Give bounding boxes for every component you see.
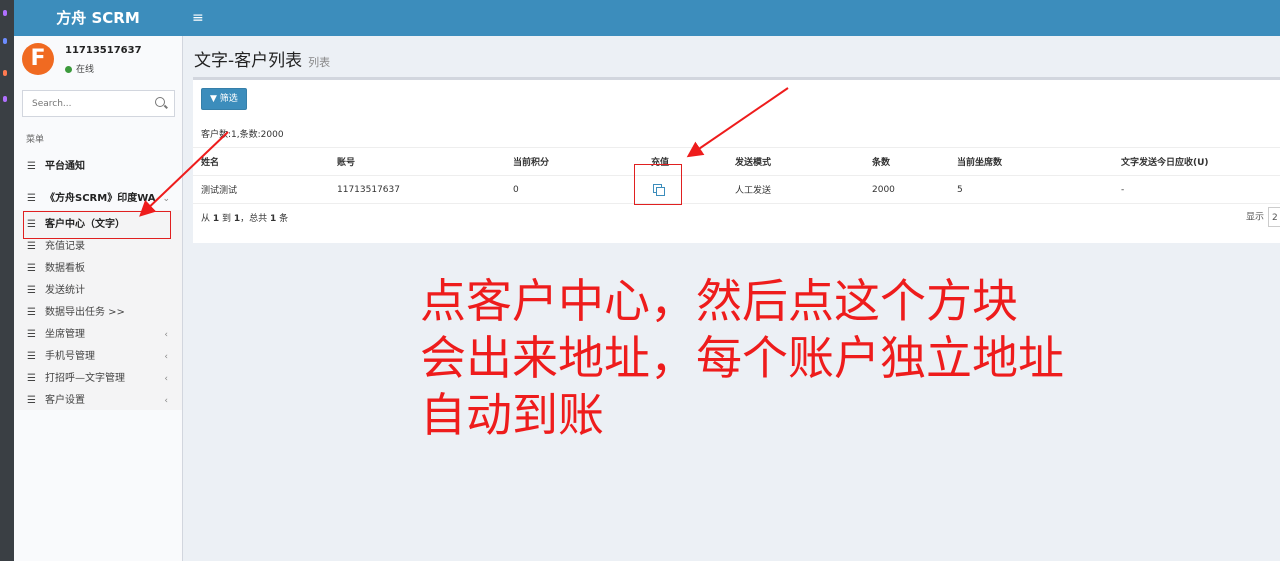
highlight-box-customer-center: [23, 211, 171, 239]
sidebar-item-customer-settings[interactable]: ☰ 客户设置 ‹: [14, 390, 182, 412]
page-title-text: 文字-客户列表: [194, 51, 303, 71]
user-panel: F 11713517637 在线: [22, 43, 177, 79]
annotation-line: 自动到账: [420, 388, 604, 442]
sidebar-item-label: 打招呼—文字管理: [45, 373, 125, 384]
sidebar-item-label: 坐席管理: [45, 329, 85, 340]
menu-header: 菜单: [26, 135, 45, 145]
annotation-line: 点客户中心，然后点这个方块: [420, 274, 1018, 328]
menu-bars-icon: ☰: [27, 329, 36, 340]
customer-table: 姓名 账号 当前积分 充值 发送模式 条数 当前坐席数 文字发送今日应收(U) …: [193, 147, 1280, 204]
page-size-control: 显示 2: [1246, 207, 1280, 227]
sidebar-item-dashboard[interactable]: ☰ 数据看板: [14, 258, 182, 280]
highlight-box-recharge: [634, 164, 682, 205]
cell-send-mode: 人工发送: [727, 175, 864, 204]
background-window-edge: [0, 0, 14, 561]
column-header[interactable]: 文字发送今日应收(U): [1113, 147, 1280, 176]
menu-bars-icon: ☰: [27, 161, 36, 172]
table-row: 测试测试 11713517637 0 人工发送 2000 5 -: [193, 175, 1280, 204]
annotation-line: 会出来地址，每个账户独立地址: [420, 331, 1064, 385]
menu-bars-icon: ☰: [27, 263, 36, 274]
app-logo[interactable]: 方舟 SCRM: [14, 0, 182, 36]
menu-bars-icon: ☰: [27, 351, 36, 362]
column-header[interactable]: 姓名: [193, 147, 329, 176]
pagination-info: 从 1 到 1，总共 1 条: [201, 211, 288, 224]
top-navbar: ≡: [182, 0, 1280, 36]
sidebar-item-label: 数据看板: [45, 263, 85, 274]
page-size-label: 显示: [1245, 212, 1264, 223]
column-header[interactable]: 发送模式: [727, 147, 864, 176]
customer-summary: 客户数:1,条数:2000: [201, 130, 284, 140]
sidebar-item-send-stats[interactable]: ☰ 发送统计: [14, 280, 182, 302]
search-input[interactable]: [23, 91, 142, 117]
customer-list-panel: ▼ 筛选 客户数:1,条数:2000 姓名 账号 当前积分 充值 发送模式 条数…: [193, 77, 1280, 243]
sidebar-item-label: 平台通知: [45, 161, 85, 172]
sidebar-item-seat-management[interactable]: ☰ 坐席管理 ‹: [14, 324, 182, 346]
cell-account: 11713517637: [329, 175, 505, 204]
filter-icon: ▼: [210, 94, 217, 104]
search-icon[interactable]: [155, 97, 165, 107]
sidebar-item-label: 《方舟SCRM》印度WA: [45, 193, 156, 204]
menu-toggle-icon[interactable]: ≡: [192, 9, 204, 27]
avatar: F: [22, 43, 54, 75]
menu-bars-icon: ☰: [27, 373, 36, 384]
avatar-letter: F: [30, 46, 46, 71]
annotation-text: 点客户中心，然后点这个方块 会出来地址，每个账户独立地址 自动到账: [420, 273, 1064, 444]
sidebar: 方舟 SCRM F 11713517637 在线 菜单 ☰ 平台通知 ☰ 《方舟…: [14, 0, 183, 561]
pagination-text: 条: [276, 214, 289, 224]
filter-button-label: 筛选: [219, 94, 238, 104]
menu-bars-icon: ☰: [27, 307, 36, 318]
menu-bars-icon: ☰: [27, 395, 36, 406]
sidebar-item-label: 充值记录: [45, 241, 85, 252]
page-subtitle: 列表: [308, 56, 331, 69]
chevron-left-icon: ‹: [164, 396, 168, 406]
sidebar-item-label: 数据导出任务 >>: [45, 307, 125, 318]
sidebar-item-platform-notice[interactable]: ☰ 平台通知: [14, 156, 182, 178]
cell-count: 2000: [864, 175, 949, 204]
page-size-select[interactable]: 2: [1268, 207, 1280, 227]
sidebar-item-greeting-text-management[interactable]: ☰ 打招呼—文字管理 ‹: [14, 368, 182, 390]
chevron-left-icon: ‹: [164, 330, 168, 340]
menu-bars-icon: ☰: [27, 285, 36, 296]
sidebar-item-label: 手机号管理: [45, 351, 95, 362]
column-header[interactable]: 账号: [329, 147, 505, 176]
pagination-text: 从: [201, 214, 213, 224]
user-status: 在线: [65, 62, 94, 75]
column-header[interactable]: 当前积分: [505, 147, 643, 176]
sidebar-item-export-tasks[interactable]: ☰ 数据导出任务 >>: [14, 302, 182, 324]
menu-bars-icon: ☰: [27, 193, 36, 204]
column-header[interactable]: 条数: [864, 147, 949, 176]
cell-name: 测试测试: [193, 175, 329, 204]
user-name: 11713517637: [65, 45, 142, 56]
chevron-left-icon: ‹: [164, 374, 168, 384]
cell-today-receivable: -: [1113, 175, 1280, 204]
cell-points: 0: [505, 175, 643, 204]
pagination-text: 到: [219, 214, 234, 224]
column-header[interactable]: 当前坐席数: [949, 147, 1113, 176]
sidebar-item-phone-management[interactable]: ☰ 手机号管理 ‹: [14, 346, 182, 368]
pagination-text: ，总共: [240, 214, 271, 224]
page-title: 文字-客户列表 列表: [194, 46, 330, 71]
online-status-icon: [65, 66, 72, 73]
sidebar-search: [22, 90, 175, 117]
chevron-left-icon: ‹: [164, 352, 168, 362]
table-header-row: 姓名 账号 当前积分 充值 发送模式 条数 当前坐席数 文字发送今日应收(U): [193, 147, 1280, 176]
cell-seats: 5: [949, 175, 1113, 204]
sidebar-item-fangzhou-india-wa[interactable]: ☰ 《方舟SCRM》印度WA ⌄: [14, 188, 182, 210]
filter-button[interactable]: ▼ 筛选: [201, 88, 247, 110]
user-status-label: 在线: [76, 65, 95, 75]
sidebar-item-label: 客户设置: [45, 395, 85, 406]
chevron-down-icon: ⌄: [162, 194, 170, 204]
menu-bars-icon: ☰: [27, 241, 36, 252]
sidebar-item-label: 发送统计: [45, 285, 85, 296]
sidebar-item-recharge-records[interactable]: ☰ 充值记录: [14, 236, 182, 258]
